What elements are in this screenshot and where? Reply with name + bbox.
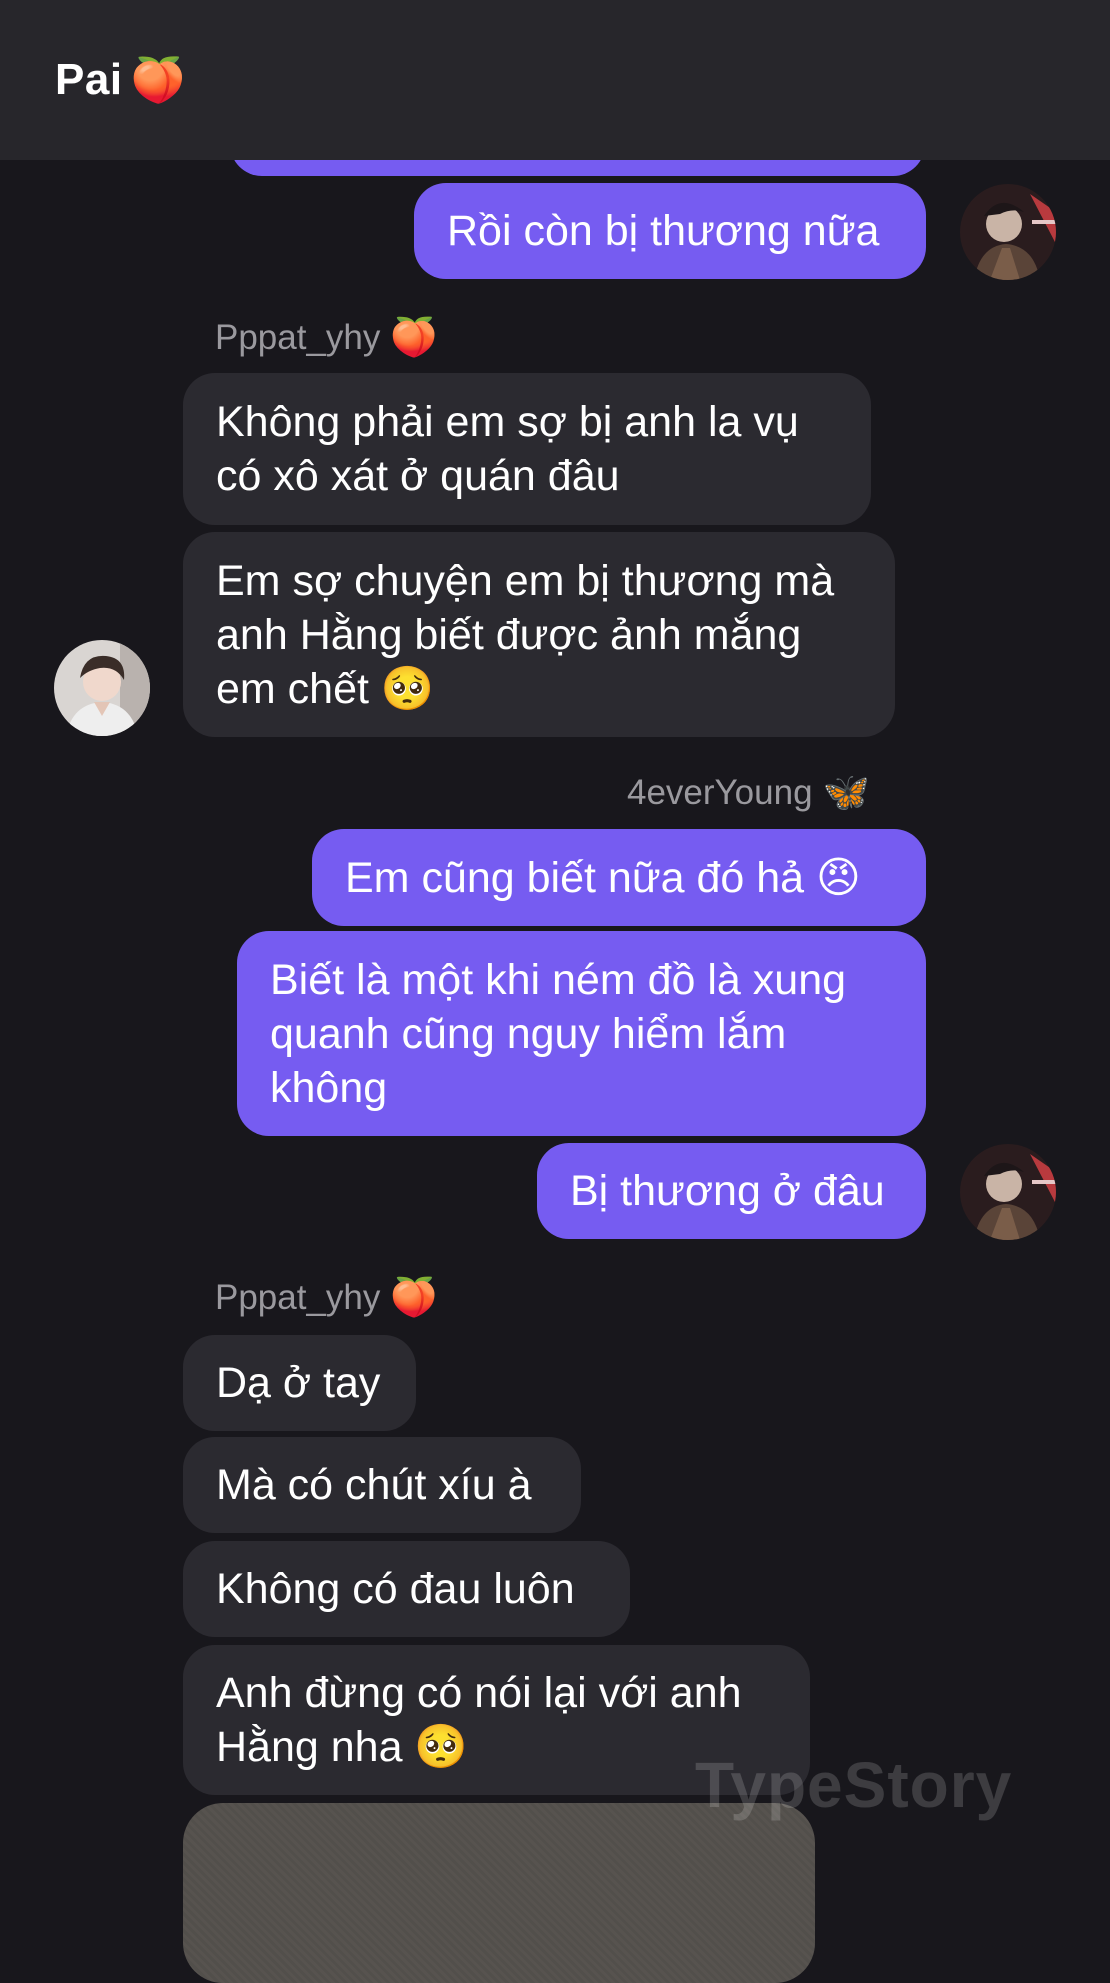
sender-label: Pppat_yhy 🍑 [215,1275,438,1320]
message-bubble-mine[interactable]: Rồi còn bị thương nữa [414,183,926,279]
message-text: Em sợ chuyện em bị thương mà anh Hằng bi… [216,556,835,713]
message-text: Không có đau luôn [216,1565,575,1613]
chat-thread: Rồi còn bị thương nữa Pppat_yhy 🍑 Không … [0,0,1110,1983]
message-bubble-mine[interactable]: Biết là một khi ném đồ là xung quanh cũn… [237,931,926,1136]
message-text: Rồi còn bị thương nữa [447,207,880,255]
message-bubble-theirs[interactable]: Không có đau luôn [183,1541,630,1637]
photo-message[interactable] [183,1803,815,1983]
message-bubble-theirs[interactable]: Dạ ở tay [183,1335,416,1431]
message-text: Mà có chút xíu à [216,1461,532,1509]
message-text: Không phải em sợ bị anh la vụ có xô xát … [216,398,799,500]
sender-label: 4everYoung 🦋 [627,770,870,815]
message-bubble-mine[interactable]: Em cũng biết nữa đó hả 😠 [312,829,926,926]
avatar-4everyoung[interactable] [960,1144,1056,1240]
peach-emoji: 🍑 [390,1275,438,1319]
chat-title: Pai [55,55,123,104]
message-bubble-theirs[interactable]: Không phải em sợ bị anh la vụ có xô xát … [183,373,871,525]
sender-name: 4everYoung [627,772,813,812]
message-bubble-mine[interactable]: Bị thương ở đâu [537,1143,926,1239]
sender-name: Pppat_yhy [215,317,381,357]
message-text: Dạ ở tay [216,1359,381,1407]
message-bubble-theirs[interactable]: Mà có chút xíu à [183,1437,581,1533]
peach-emoji: 🍑 [390,315,438,359]
message-text: Bị thương ở đâu [570,1167,885,1215]
sender-name: Pppat_yhy [215,1277,381,1317]
message-text: Em cũng biết nữa đó hả 😠 [345,853,861,902]
chat-header: Pai 🍑 [0,0,1110,160]
message-text: Biết là một khi ném đồ là xung quanh cũn… [270,955,847,1112]
peach-emoji: 🍑 [130,55,186,106]
avatar-pppat[interactable] [54,640,150,736]
message-bubble-theirs[interactable]: Em sợ chuyện em bị thương mà anh Hằng bi… [183,532,895,737]
watermark: TypeStory [695,1749,1013,1821]
avatar-4everyoung[interactable] [960,184,1056,280]
butterfly-emoji: 🦋 [822,770,870,814]
sender-label: Pppat_yhy 🍑 [215,315,438,360]
message-text: Anh đừng có nói lại với anh Hằng nha 🥺 [216,1669,742,1771]
